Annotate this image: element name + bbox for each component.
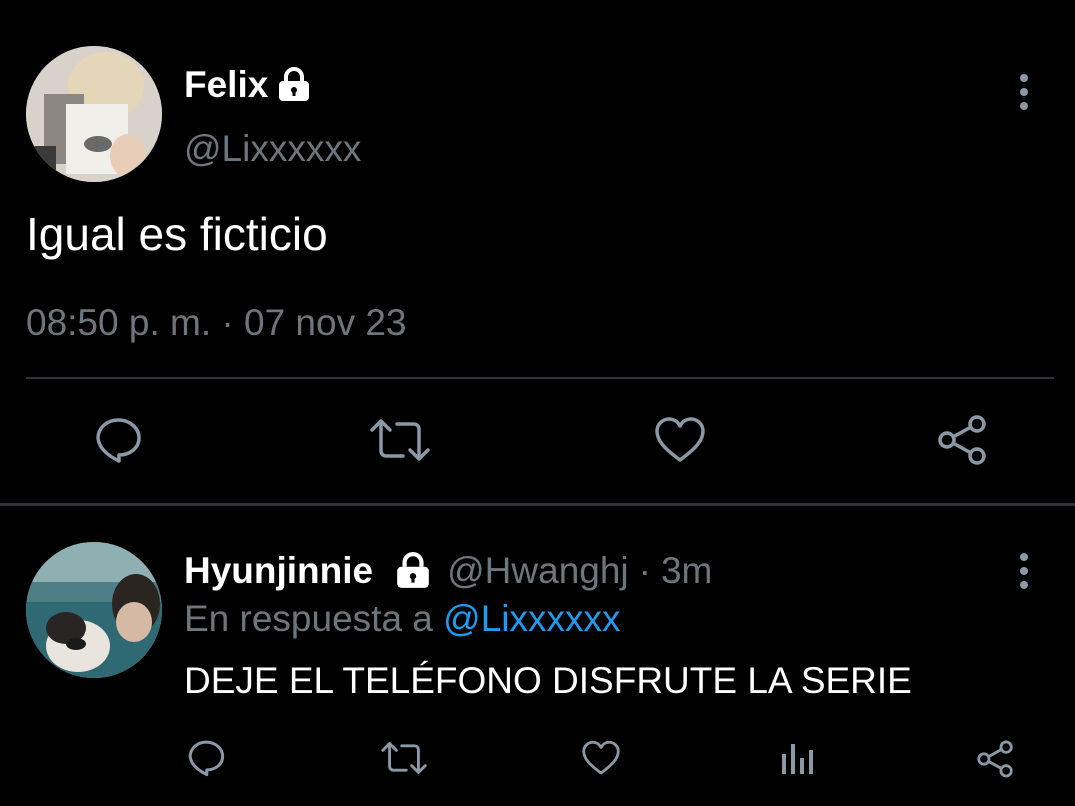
avatar[interactable] xyxy=(26,542,162,678)
separator: · xyxy=(638,550,651,591)
reply-mention-link[interactable]: @Lixxxxxx xyxy=(443,598,620,639)
divider xyxy=(0,503,1075,506)
author-name[interactable]: Felix xyxy=(184,62,268,108)
author-handle[interactable]: @Hwanghj xyxy=(447,548,629,594)
lock-icon xyxy=(279,67,310,101)
avatar[interactable] xyxy=(26,46,162,182)
analytics-icon xyxy=(782,744,813,774)
like-button[interactable] xyxy=(578,736,624,780)
reply-icon xyxy=(96,418,141,463)
more-options-icon[interactable] xyxy=(1018,74,1030,110)
retweet-button[interactable] xyxy=(378,736,430,780)
lock-icon xyxy=(397,552,429,588)
tweet-text: DEJE EL TELÉFONO DISFRUTE LA SERIE xyxy=(184,660,912,701)
share-button[interactable] xyxy=(932,410,992,470)
more-options-icon[interactable] xyxy=(1018,553,1030,589)
share-icon xyxy=(977,740,1013,778)
divider xyxy=(26,377,1054,379)
share-button[interactable] xyxy=(972,736,1018,782)
reply-icon xyxy=(188,740,225,777)
avatar-photo xyxy=(26,46,162,182)
tweet-text: Igual es ficticio xyxy=(26,208,328,260)
reply-button[interactable] xyxy=(88,410,148,470)
retweet-icon xyxy=(370,419,430,461)
time-ago[interactable]: 3m xyxy=(661,548,712,594)
analytics-button[interactable] xyxy=(776,736,818,780)
retweet-button[interactable] xyxy=(368,412,432,468)
author-handle[interactable]: @Lixxxxxx xyxy=(184,126,361,172)
share-icon xyxy=(938,415,986,465)
reply-header: Hyunjinnie @Hwanghj · 3m xyxy=(184,548,712,594)
tweet-timestamp[interactable]: 08:50 p. m. · 07 nov 23 xyxy=(26,300,407,346)
author-name[interactable]: Hyunjinnie xyxy=(184,548,373,594)
author-name-row: Felix xyxy=(184,62,312,108)
avatar-photo xyxy=(26,542,162,678)
like-icon xyxy=(582,740,620,775)
retweet-icon xyxy=(381,742,427,774)
reply-button[interactable] xyxy=(182,736,230,780)
reply-to-line: En respuesta a @Lixxxxxx xyxy=(184,596,621,642)
like-icon xyxy=(655,417,705,462)
reply-prefix: En respuesta a xyxy=(184,598,433,639)
like-button[interactable] xyxy=(650,412,710,468)
